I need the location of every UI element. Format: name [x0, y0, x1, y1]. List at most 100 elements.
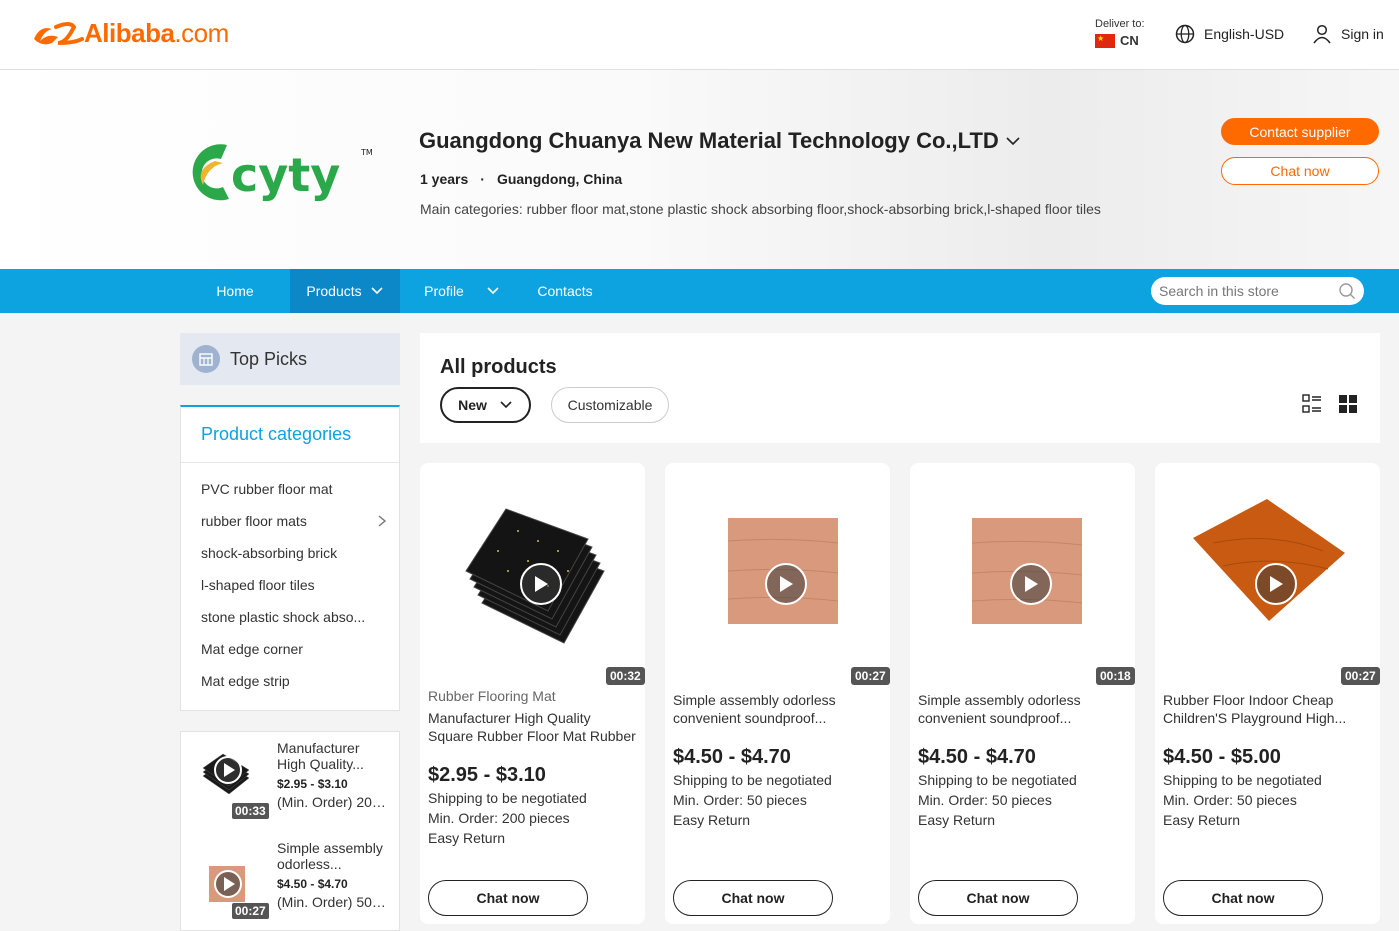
- shipping-info: Shipping to be negotiated: [428, 790, 587, 806]
- grid-view-icon[interactable]: [1338, 394, 1358, 414]
- contact-supplier-button[interactable]: Contact supplier: [1221, 118, 1379, 145]
- product-title[interactable]: Simple assembly odorless convenient soun…: [918, 691, 1127, 727]
- shipping-info: Shipping to be negotiated: [918, 772, 1077, 788]
- min-order: Min. Order: 50 pieces: [1163, 792, 1297, 808]
- logo-text: Alibaba: [84, 18, 175, 48]
- product-categories: Product categories PVC rubber floor mat …: [180, 405, 400, 711]
- globe-icon: [1175, 24, 1195, 44]
- mini-product[interactable]: 00:33 Manufacturer High Quality... $2.95…: [181, 732, 401, 822]
- nav-profile-label: Profile: [424, 283, 464, 299]
- chevron-down-icon: [371, 287, 383, 295]
- video-duration: 00:18: [1096, 667, 1135, 685]
- all-products-title: All products: [440, 356, 557, 378]
- product-image[interactable]: 00:27: [673, 471, 890, 685]
- product-card[interactable]: 00:27 Rubber Floor Indoor Cheap Children…: [1155, 463, 1380, 924]
- mini-product-title[interactable]: Simple assembly odorless...: [277, 840, 389, 872]
- play-video-icon[interactable]: [520, 563, 562, 605]
- chat-now-button[interactable]: Chat now: [673, 880, 833, 916]
- nav-profile[interactable]: Profile: [418, 269, 506, 313]
- deliver-to[interactable]: Deliver to: CN: [1095, 18, 1145, 48]
- store-search-input[interactable]: [1159, 283, 1334, 299]
- nav-home[interactable]: Home: [199, 269, 271, 313]
- list-view-icon[interactable]: [1302, 394, 1322, 414]
- nav-contacts[interactable]: Contacts: [528, 269, 602, 313]
- search-icon[interactable]: [1338, 282, 1356, 300]
- chevron-right-icon[interactable]: [377, 514, 387, 528]
- product-card[interactable]: 00:27 Simple assembly odorless convenien…: [665, 463, 890, 924]
- product-card[interactable]: 00:32 Rubber Flooring Mat Manufacturer H…: [420, 463, 645, 924]
- sign-in-link[interactable]: Sign in: [1312, 24, 1384, 44]
- chat-now-button[interactable]: Chat now: [1163, 880, 1323, 916]
- deliver-label: Deliver to:: [1095, 18, 1145, 30]
- play-video-icon[interactable]: [1255, 563, 1297, 605]
- top-picks-label: Top Picks: [230, 348, 308, 369]
- category-item[interactable]: Mat edge strip: [181, 665, 399, 697]
- supplier-years: 1 years: [420, 171, 469, 187]
- logo-suffix: .com: [174, 18, 229, 48]
- play-video-icon[interactable]: [765, 563, 807, 605]
- easy-return: Easy Return: [1163, 812, 1241, 828]
- svg-text:TM: TM: [360, 148, 373, 157]
- product-thumbnail[interactable]: [201, 742, 249, 808]
- product-image[interactable]: 00:32: [428, 471, 645, 685]
- supplier-name-text: Guangdong Chuanya New Material Technolog…: [419, 128, 999, 153]
- product-image[interactable]: 00:27: [1163, 471, 1380, 685]
- user-icon: [1313, 24, 1331, 44]
- product-image[interactable]: 00:18: [918, 471, 1135, 685]
- product-thumbnail[interactable]: [201, 842, 249, 908]
- product-card[interactable]: 00:18 Simple assembly odorless convenien…: [910, 463, 1135, 924]
- supplier-logo-text: cyty: [231, 148, 340, 202]
- video-duration: 00:32: [606, 667, 645, 685]
- product-title[interactable]: Simple assembly odorless convenient soun…: [673, 691, 882, 727]
- supplier-logo: cyty TM: [189, 137, 375, 212]
- store-icon: [192, 345, 220, 373]
- category-item[interactable]: shock-absorbing brick: [181, 537, 399, 569]
- supplier-name[interactable]: Guangdong Chuanya New Material Technolog…: [419, 128, 1021, 154]
- chat-now-button[interactable]: Chat now: [918, 880, 1078, 916]
- chevron-down-icon[interactable]: [1005, 135, 1021, 147]
- top-picks[interactable]: Top Picks: [180, 333, 400, 385]
- mini-product[interactable]: 00:27 Simple assembly odorless... $4.50 …: [181, 832, 401, 922]
- product-title[interactable]: Rubber Floor Indoor Cheap Children'S Pla…: [1163, 691, 1372, 727]
- min-order: Min. Order: 50 pieces: [673, 792, 807, 808]
- category-label: l-shaped floor tiles: [201, 577, 315, 593]
- video-duration: 00:27: [1341, 667, 1380, 685]
- chat-now-button[interactable]: Chat now: [1221, 157, 1379, 185]
- category-item[interactable]: stone plastic shock abso...: [181, 601, 399, 633]
- easy-return: Easy Return: [918, 812, 996, 828]
- category-item[interactable]: Mat edge corner: [181, 633, 399, 665]
- category-item[interactable]: rubber floor mats: [181, 505, 399, 537]
- store-search: [1151, 277, 1364, 305]
- category-label: stone plastic shock abso...: [201, 609, 366, 625]
- customizable-filter[interactable]: Customizable: [551, 387, 669, 423]
- video-duration: 00:27: [851, 667, 890, 685]
- shipping-info: Shipping to be negotiated: [1163, 772, 1322, 788]
- play-video-icon[interactable]: [1010, 563, 1052, 605]
- language-selector[interactable]: English-USD: [1175, 24, 1284, 44]
- language-label: English-USD: [1204, 26, 1285, 42]
- category-item[interactable]: PVC rubber floor mat: [181, 473, 399, 505]
- mini-product-price: $2.95 - $3.10: [277, 777, 348, 791]
- easy-return: Easy Return: [673, 812, 751, 828]
- chat-now-button[interactable]: Chat now: [428, 880, 588, 916]
- top-bar: Alibaba.com Deliver to: CN English-USD S…: [0, 0, 1399, 70]
- sort-new-dropdown[interactable]: New: [440, 387, 531, 423]
- category-label: Mat edge strip: [201, 673, 290, 689]
- product-categories-title: Product categories: [181, 407, 399, 463]
- nav-contacts-label: Contacts: [537, 283, 593, 299]
- product-title[interactable]: Manufacturer High Quality Square Rubber …: [428, 709, 637, 745]
- category-item[interactable]: l-shaped floor tiles: [181, 569, 399, 601]
- nav-products[interactable]: Products: [290, 269, 400, 313]
- supplier-location: Guangdong, China: [496, 171, 623, 187]
- alibaba-logo[interactable]: Alibaba .com: [30, 18, 229, 49]
- sign-in-label: Sign in: [1341, 26, 1384, 42]
- product-subtitle: Rubber Flooring Mat: [428, 688, 556, 704]
- chevron-down-icon: [487, 287, 499, 295]
- video-duration: 00:33: [232, 803, 269, 819]
- product-price: $4.50 - $4.70: [918, 746, 1036, 768]
- product-price: $4.50 - $4.70: [673, 746, 791, 768]
- product-price: $4.50 - $5.00: [1163, 746, 1281, 768]
- category-label: Mat edge corner: [201, 641, 303, 657]
- category-label: shock-absorbing brick: [201, 545, 338, 561]
- mini-product-title[interactable]: Manufacturer High Quality...: [277, 740, 389, 772]
